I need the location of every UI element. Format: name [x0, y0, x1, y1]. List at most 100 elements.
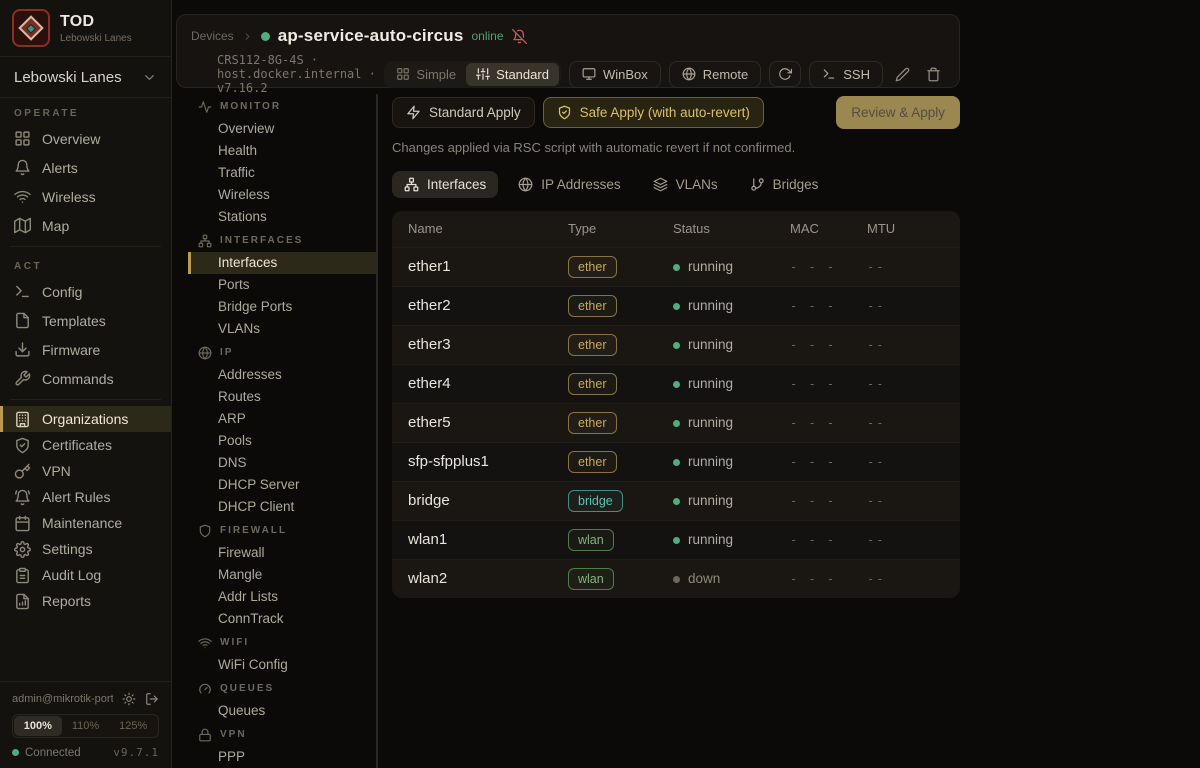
devnav-section-ip: IP [188, 340, 376, 364]
devnav-item-addr-lists[interactable]: Addr Lists [188, 586, 376, 608]
cell-name: wlan1 [392, 520, 552, 559]
sidebar-item-wireless[interactable]: Wireless [0, 182, 171, 211]
table-row[interactable]: ether4etherrunning- - --- [392, 364, 960, 403]
action-remote-button[interactable]: Remote [669, 61, 762, 88]
apply-note: Changes applied via RSC script with auto… [392, 140, 960, 155]
devnav-item-wireless[interactable]: Wireless [188, 184, 376, 206]
sidebar-item-label: Maintenance [42, 515, 122, 531]
tab-ip-addresses[interactable]: IP Addresses [506, 171, 632, 198]
devnav-item-pools[interactable]: Pools [188, 430, 376, 452]
cell-mac: - - - [774, 481, 851, 520]
trash-button[interactable] [922, 62, 945, 87]
devnav-item-queues[interactable]: Queues [188, 700, 376, 722]
devnav-item-dhcp-client[interactable]: DHCP Client [188, 496, 376, 518]
review-apply-button[interactable]: Review & Apply [836, 96, 960, 129]
zoom-level-100[interactable]: 100% [14, 716, 62, 736]
devnav-item-vlans[interactable]: VLANs [188, 318, 376, 340]
org-selector[interactable]: Lebowski Lanes [0, 57, 171, 98]
sidebar-item-label: Overview [42, 131, 100, 147]
view-mode-simple[interactable]: Simple [386, 63, 466, 86]
sidebar-item-overview[interactable]: Overview [0, 124, 171, 153]
zoom-level-125[interactable]: 125% [109, 716, 157, 736]
devnav-item-dns[interactable]: DNS [188, 452, 376, 474]
safe-apply-button[interactable]: Safe Apply (with auto-revert) [543, 97, 764, 128]
devnav-item-ppp[interactable]: PPP [188, 746, 376, 768]
devnav-item-bridge-ports[interactable]: Bridge Ports [188, 296, 376, 318]
status-label: down [688, 571, 720, 586]
table-row[interactable]: sfp-sfpplus1etherrunning- - --- [392, 442, 960, 481]
terminal-icon [14, 283, 31, 300]
devnav-item-stations[interactable]: Stations [188, 206, 376, 228]
action-winbox-button[interactable]: WinBox [569, 61, 661, 88]
breadcrumb-devices[interactable]: Devices [191, 29, 234, 43]
sidebar-item-label: Templates [42, 313, 106, 329]
table-row[interactable]: ether2etherrunning- - --- [392, 286, 960, 325]
devnav-section-vpn: VPN [188, 722, 376, 746]
status-dot [673, 381, 680, 388]
devnav-item-ports[interactable]: Ports [188, 274, 376, 296]
table-row[interactable]: ether3etherrunning- - --- [392, 325, 960, 364]
tab-bridges[interactable]: Bridges [738, 171, 831, 198]
cell-type: wlan [552, 559, 657, 598]
sidebar-item-reports[interactable]: Reports [0, 588, 171, 614]
devnav-item-health[interactable]: Health [188, 140, 376, 162]
tab-vlans[interactable]: VLANs [641, 171, 730, 198]
cell-type: ether [552, 325, 657, 364]
cell-type: ether [552, 442, 657, 481]
sidebar-item-settings[interactable]: Settings [0, 536, 171, 562]
sidebar-item-label: Settings [42, 541, 93, 557]
cell-name: wlan2 [392, 559, 552, 598]
theme-toggle-icon[interactable] [122, 692, 136, 706]
cell-mtu: -- [851, 364, 960, 403]
sidebar-item-vpn[interactable]: VPN [0, 458, 171, 484]
action-ssh-button[interactable]: SSH [809, 61, 883, 88]
refresh-button[interactable] [769, 61, 801, 87]
sidebar-item-alerts[interactable]: Alerts [0, 153, 171, 182]
devnav-item-overview[interactable]: Overview [188, 118, 376, 140]
status-dot [673, 420, 680, 427]
sidebar-item-config[interactable]: Config [0, 277, 171, 306]
table-row[interactable]: wlan2wlandown- - --- [392, 559, 960, 598]
sidebar-item-certificates[interactable]: Certificates [0, 432, 171, 458]
table-row[interactable]: bridgebridgerunning- - --- [392, 481, 960, 520]
sidebar-footer: admin@mikrotik-portal.dev 100%110%125% C… [0, 681, 171, 768]
cell-mtu: -- [851, 559, 960, 598]
pencil-button[interactable] [891, 62, 914, 87]
table-row[interactable]: ether5etherrunning- - --- [392, 403, 960, 442]
devnav-item-interfaces[interactable]: Interfaces [188, 252, 376, 274]
table-row[interactable]: ether1etherrunning- - --- [392, 247, 960, 286]
devnav-item-wifi-config[interactable]: WiFi Config [188, 654, 376, 676]
status-dot [673, 576, 680, 583]
sidebar-item-label: Config [42, 284, 82, 300]
devnav-item-conntrack[interactable]: ConnTrack [188, 608, 376, 630]
sidebar-item-audit-log[interactable]: Audit Log [0, 562, 171, 588]
sidebar-item-map[interactable]: Map [0, 211, 171, 240]
devnav-item-firewall[interactable]: Firewall [188, 542, 376, 564]
device-panel: Standard Apply Safe Apply (with auto-rev… [392, 94, 960, 768]
logout-icon[interactable] [145, 692, 159, 706]
cell-type: wlan [552, 520, 657, 559]
cell-status: running [657, 364, 774, 403]
zoom-level-110[interactable]: 110% [62, 716, 110, 736]
bell-off-icon[interactable] [512, 29, 527, 44]
devnav-item-dhcp-server[interactable]: DHCP Server [188, 474, 376, 496]
sidebar-item-firmware[interactable]: Firmware [0, 335, 171, 364]
sidebar-item-commands[interactable]: Commands [0, 364, 171, 393]
devnav-item-traffic[interactable]: Traffic [188, 162, 376, 184]
sidebar-item-templates[interactable]: Templates [0, 306, 171, 335]
devnav-item-mangle[interactable]: Mangle [188, 564, 376, 586]
divider [10, 246, 161, 247]
standard-apply-button[interactable]: Standard Apply [392, 97, 535, 128]
sidebar-item-organizations[interactable]: Organizations [0, 406, 171, 432]
devnav-item-addresses[interactable]: Addresses [188, 364, 376, 386]
sidebar-item-maintenance[interactable]: Maintenance [0, 510, 171, 536]
sidebar-item-alert-rules[interactable]: Alert Rules [0, 484, 171, 510]
devnav-item-routes[interactable]: Routes [188, 386, 376, 408]
tab-interfaces[interactable]: Interfaces [392, 171, 498, 198]
bell-ring-icon [14, 489, 31, 506]
table-row[interactable]: wlan1wlanrunning- - --- [392, 520, 960, 559]
view-mode-standard[interactable]: Standard [466, 63, 559, 86]
cell-status: running [657, 286, 774, 325]
devnav-item-arp[interactable]: ARP [188, 408, 376, 430]
monitor-icon [582, 67, 596, 81]
